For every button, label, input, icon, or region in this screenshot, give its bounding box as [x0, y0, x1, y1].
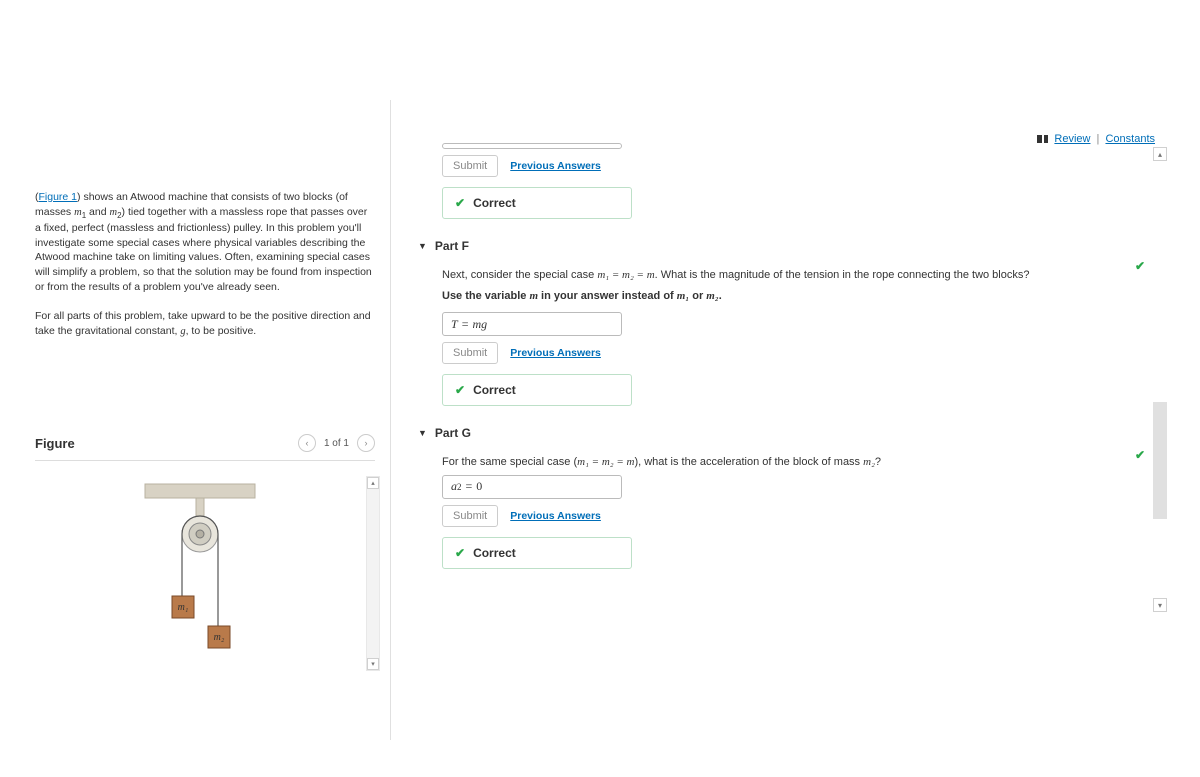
part-g-question: For the same special case (m₁ = m₂ = m),…: [442, 454, 1158, 471]
part-g-answer-box: a2=0: [442, 475, 622, 499]
check-icon: ✔: [455, 383, 465, 397]
figure-link[interactable]: Figure 1: [39, 191, 78, 203]
part-f-header[interactable]: ▼ Part F: [418, 239, 1158, 253]
right-panel: Submit Previous Answers ✔ Correct ▼ Part…: [418, 143, 1158, 613]
submit-button[interactable]: Submit: [442, 342, 498, 364]
m1-label: m₁: [178, 602, 189, 613]
check-icon: ✔: [1135, 259, 1145, 273]
previous-answers-link[interactable]: Previous Answers: [510, 510, 601, 522]
figure-page-count: 1 of 1: [324, 438, 349, 449]
scroll-down-icon[interactable]: ▾: [1153, 598, 1167, 612]
panel-divider: [390, 100, 391, 740]
submit-button[interactable]: Submit: [442, 155, 498, 177]
part-g-header[interactable]: ▼ Part G: [418, 426, 1158, 440]
correct-feedback: ✔ Correct: [442, 537, 632, 569]
previous-answers-link[interactable]: Previous Answers: [510, 347, 601, 359]
figure-scrollbar[interactable]: ▴ ▾: [366, 476, 380, 671]
scrollbar-thumb[interactable]: [1153, 402, 1167, 519]
part-f-instruction: Use the variable m in your answer instea…: [442, 288, 1158, 305]
caret-down-icon: ▼: [418, 428, 427, 438]
check-icon: ✔: [455, 196, 465, 210]
correct-feedback: ✔ Correct: [442, 374, 632, 406]
figure-nav: ‹ 1 of 1 ›: [298, 434, 375, 452]
submit-button[interactable]: Submit: [442, 505, 498, 527]
answer-box-prev-partial: [442, 143, 622, 149]
check-icon: ✔: [455, 546, 465, 560]
figure-prev-button[interactable]: ‹: [298, 434, 316, 452]
caret-down-icon: ▼: [418, 241, 427, 251]
correct-feedback: ✔ Correct: [442, 187, 632, 219]
figure-image: m₁ m₂ ▴ ▾: [35, 476, 375, 671]
check-icon: ✔: [1135, 448, 1145, 462]
left-panel: (Figure 1) shows an Atwood machine that …: [35, 190, 375, 671]
m2-label: m₂: [214, 632, 225, 643]
flag-icon: [1037, 135, 1048, 143]
figure-title: Figure: [35, 436, 75, 451]
part-f-question: Next, consider the special case m₁ = m₂ …: [442, 267, 1158, 284]
previous-answers-link[interactable]: Previous Answers: [510, 160, 601, 172]
scroll-down-icon[interactable]: ▾: [367, 658, 379, 670]
atwood-diagram: m₁ m₂: [80, 476, 330, 671]
figure-heading: Figure ‹ 1 of 1 ›: [35, 434, 375, 461]
figure-next-button[interactable]: ›: [357, 434, 375, 452]
scroll-up-icon[interactable]: ▴: [367, 477, 379, 489]
problem-intro: (Figure 1) shows an Atwood machine that …: [35, 190, 375, 339]
part-f-answer-box: T=mg: [442, 312, 622, 336]
scroll-up-icon[interactable]: ▴: [1153, 147, 1167, 161]
